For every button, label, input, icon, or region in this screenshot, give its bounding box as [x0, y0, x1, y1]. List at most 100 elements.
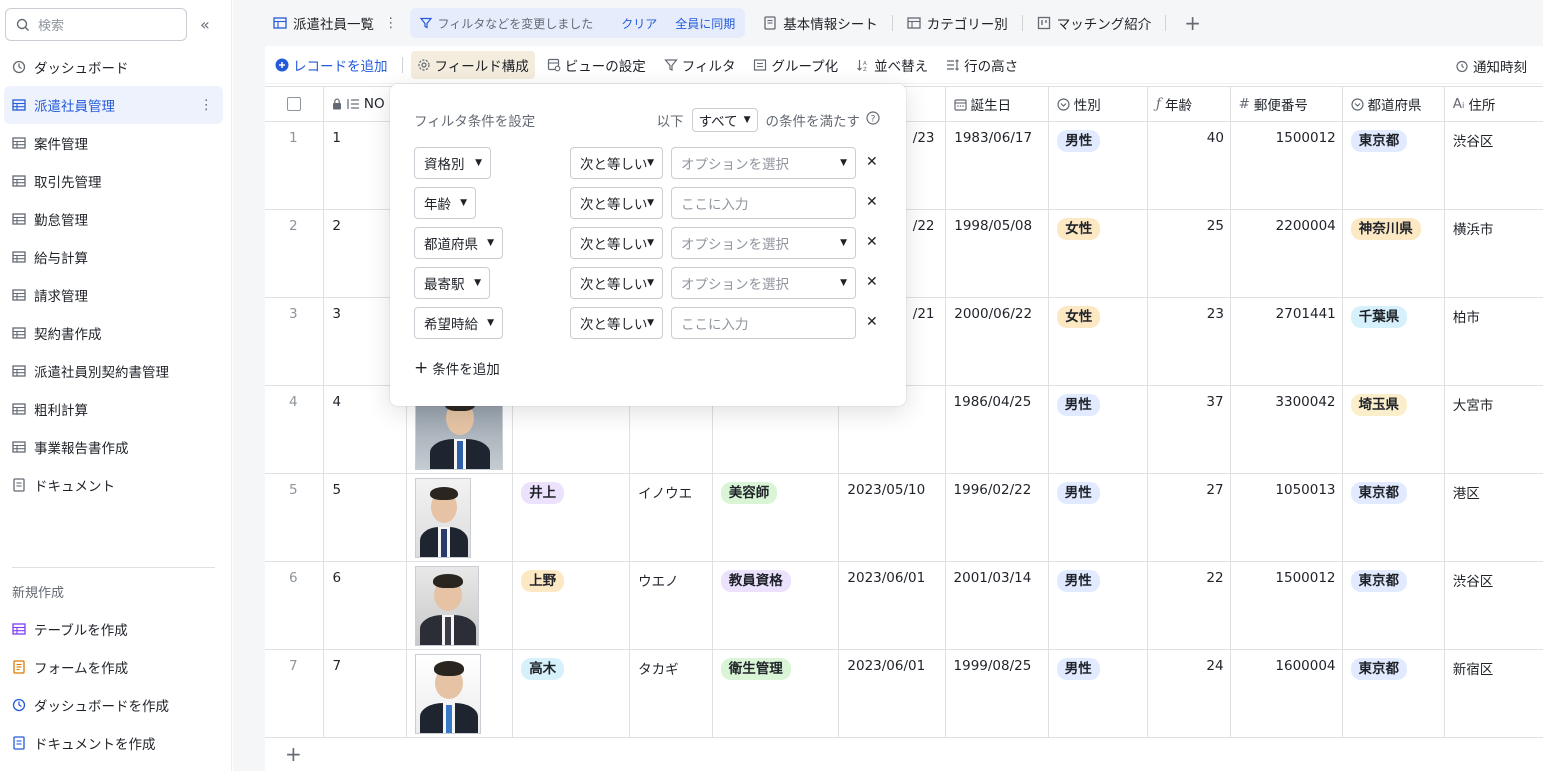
create-dashboard-button[interactable]: ダッシュボードを作成: [4, 686, 223, 724]
table-row[interactable]: 7 7 高木 タカギ 衛生管理 2023/06/01 1999/08/25 男性…: [265, 650, 1543, 738]
cell-birthday[interactable]: 1998/05/08: [946, 210, 1050, 297]
table-row[interactable]: 5 5 井上 イノウエ 美容師 2023/05/10 1996/02/22 男性…: [265, 474, 1543, 562]
cell-age[interactable]: 40: [1148, 122, 1231, 209]
remove-condition-icon[interactable]: ✕: [866, 154, 878, 170]
cell-address[interactable]: 渋谷区: [1445, 562, 1543, 649]
cell-birthday[interactable]: 1999/08/25: [946, 650, 1049, 737]
remove-condition-icon[interactable]: ✕: [866, 194, 878, 210]
cell-kana[interactable]: ウエノ: [630, 562, 713, 649]
cell-age[interactable]: 24: [1148, 650, 1231, 737]
cell-kana[interactable]: イノウエ: [630, 474, 713, 561]
column-header-zip[interactable]: # 郵便番号: [1231, 87, 1343, 121]
cell-prefecture[interactable]: 東京都: [1343, 650, 1445, 737]
collapse-sidebar-icon[interactable]: «: [200, 15, 210, 34]
create-form-button[interactable]: フォームを作成: [4, 648, 223, 686]
cell-zip[interactable]: 1050013: [1231, 474, 1343, 561]
match-mode-select[interactable]: すべて ▼: [691, 108, 758, 132]
cell-age[interactable]: 23: [1148, 298, 1231, 385]
sidebar-item-haken-shain[interactable]: 派遣社員管理 ⋮: [4, 86, 223, 124]
sidebar-item-torihikisaki[interactable]: 取引先管理: [4, 162, 223, 200]
column-header-gender[interactable]: 性別: [1049, 87, 1148, 121]
cell-name[interactable]: 高木: [513, 650, 631, 737]
condition-operator-select[interactable]: 次と等しい ▼: [570, 267, 663, 299]
row-height-button[interactable]: 行の高さ: [940, 51, 1024, 79]
cell-prefecture[interactable]: 東京都: [1343, 562, 1445, 649]
cell-photo[interactable]: [407, 650, 514, 737]
condition-operator-select[interactable]: 次と等しい ▼: [570, 307, 663, 339]
more-vertical-icon[interactable]: ⋮: [200, 97, 214, 113]
cell-birthday[interactable]: 1983/06/17: [946, 122, 1050, 209]
cell-no[interactable]: 5: [324, 474, 408, 561]
cell-zip[interactable]: 2200004: [1231, 210, 1343, 297]
cell-address[interactable]: 横浜市: [1445, 210, 1543, 297]
column-header-birthday[interactable]: 誕生日: [946, 87, 1049, 121]
cell-prefecture[interactable]: 埼玉県: [1343, 386, 1445, 473]
condition-value-select[interactable]: オプションを選択 ▼: [671, 147, 856, 179]
cell-age[interactable]: 25: [1148, 210, 1231, 297]
cell-address[interactable]: 大宮市: [1445, 386, 1543, 473]
cell-qualification[interactable]: 衛生管理: [713, 650, 840, 737]
cell-photo[interactable]: [407, 562, 514, 649]
condition-value-input[interactable]: ここに入力: [671, 307, 856, 339]
filter-button[interactable]: フィルタ: [658, 51, 742, 79]
clear-link[interactable]: クリア: [621, 15, 657, 32]
remove-condition-icon[interactable]: ✕: [866, 274, 878, 290]
add-view-icon[interactable]: +: [1184, 11, 1201, 35]
remove-condition-icon[interactable]: ✕: [866, 314, 878, 330]
sidebar-item-kyuyo[interactable]: 給与計算: [4, 238, 223, 276]
add-record-button[interactable]: レコードを追加: [269, 51, 394, 79]
sidebar-item-kintai[interactable]: 勤怠管理: [4, 200, 223, 238]
cell-gender[interactable]: 男性: [1049, 650, 1148, 737]
cell-zip[interactable]: 2701441: [1231, 298, 1343, 385]
condition-operator-select[interactable]: 次と等しい ▼: [570, 227, 663, 259]
create-document-button[interactable]: ドキュメントを作成: [4, 724, 223, 762]
condition-field-select[interactable]: 都道府県 ▼: [414, 227, 503, 259]
column-header-prefecture[interactable]: 都道府県: [1343, 87, 1445, 121]
sidebar-item-keiyakusho[interactable]: 契約書作成: [4, 314, 223, 352]
cell-prefecture[interactable]: 千葉県: [1343, 298, 1445, 385]
cell-zip[interactable]: 1500012: [1231, 122, 1343, 209]
cell-zip[interactable]: 1500012: [1231, 562, 1343, 649]
field-config-button[interactable]: フィールド構成: [410, 50, 535, 79]
search-input[interactable]: 検索: [5, 8, 187, 41]
cell-gender[interactable]: 男性: [1049, 122, 1149, 209]
cell-birthday[interactable]: 1986/04/25: [946, 386, 1049, 473]
condition-field-select[interactable]: 資格別 ▼: [414, 147, 491, 179]
cell-gender[interactable]: 男性: [1049, 474, 1148, 561]
cell-photo[interactable]: [407, 474, 514, 561]
help-icon[interactable]: ?: [866, 111, 880, 129]
condition-value-select[interactable]: オプションを選択 ▼: [671, 227, 856, 259]
notify-time-button[interactable]: 通知時刻: [1455, 56, 1527, 76]
cell-zip[interactable]: 3300042: [1231, 386, 1343, 473]
cell-address[interactable]: 柏市: [1445, 298, 1543, 385]
cell-prefecture[interactable]: 東京都: [1343, 474, 1445, 561]
condition-value-select[interactable]: オプションを選択 ▼: [671, 267, 856, 299]
sidebar-item-anken[interactable]: 案件管理: [4, 124, 223, 162]
cell-birthday[interactable]: 2000/06/22: [946, 298, 1050, 385]
cell-gender[interactable]: 女性: [1049, 210, 1149, 297]
cell-date[interactable]: 2023/06/01: [839, 562, 946, 649]
add-condition-button[interactable]: + 条件を追加: [414, 358, 500, 378]
cell-date[interactable]: 2023/06/01: [839, 650, 946, 737]
table-row[interactable]: 6 6 上野 ウエノ 教員資格 2023/06/01 2001/03/14 男性…: [265, 562, 1543, 650]
cell-date[interactable]: 2023/05/10: [839, 474, 946, 561]
cell-age[interactable]: 22: [1148, 562, 1231, 649]
group-button[interactable]: グループ化: [747, 51, 844, 79]
cell-gender[interactable]: 男性: [1049, 562, 1148, 649]
select-all-checkbox[interactable]: [265, 87, 324, 121]
condition-field-select[interactable]: 年齢 ▼: [414, 187, 476, 219]
cell-no[interactable]: 7: [324, 650, 408, 737]
tab-category[interactable]: カテゴリー別: [899, 8, 1016, 38]
sidebar-item-dashboard[interactable]: ダッシュボード: [4, 48, 223, 86]
column-header-age[interactable]: ƒ 年齢: [1148, 87, 1231, 121]
cell-name[interactable]: 上野: [513, 562, 631, 649]
cell-address[interactable]: 渋谷区: [1445, 122, 1543, 209]
sync-all-link[interactable]: 全員に同期: [675, 15, 735, 32]
cell-qualification[interactable]: 美容師: [713, 474, 840, 561]
cell-qualification[interactable]: 教員資格: [713, 562, 840, 649]
sidebar-item-document[interactable]: ドキュメント: [4, 466, 223, 504]
tab-kihon-joho[interactable]: 基本情報シート: [755, 8, 886, 38]
cell-no[interactable]: 6: [324, 562, 408, 649]
cell-prefecture[interactable]: 東京都: [1343, 122, 1445, 209]
sidebar-item-keiyakusho-kanri[interactable]: 派遣社員別契約書管理: [4, 352, 223, 390]
